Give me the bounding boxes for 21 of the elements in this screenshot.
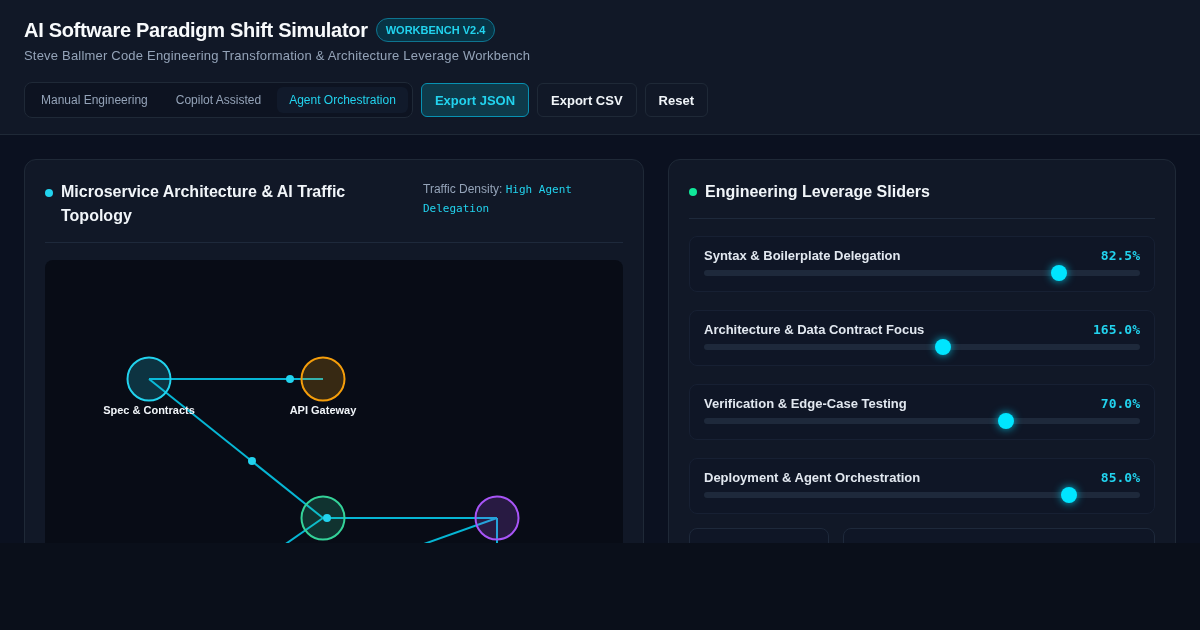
action-button[interactable]: Reset	[644, 83, 708, 117]
app-title: AI Software Paradigm Shift Simulator	[24, 18, 368, 42]
mode-tab[interactable]: Copilot Assisted	[163, 87, 274, 113]
slider-value: 165.0%	[1093, 322, 1140, 337]
action-button[interactable]: Export JSON	[420, 83, 530, 117]
app-subtitle: Steve Ballmer Code Engineering Transformation & Architecture Leverage Workbench	[24, 48, 532, 63]
card-title: Microservice Architecture & AI Traffic Topology	[61, 182, 347, 226]
card-title: Engineering Leverage Sliders	[705, 182, 930, 202]
slider-value: 85.0%	[1100, 470, 1140, 485]
slider-label: Deployment & Agent Orchestration	[704, 470, 921, 485]
version-badge: WORKBENCH V2.4	[375, 18, 496, 42]
slider-value: 70.0%	[1100, 396, 1140, 411]
slider-label: Architecture & Data Contract Focus	[704, 322, 925, 337]
traffic-density: Traffic Density: High Agent Delegation	[423, 181, 573, 217]
mode-tab[interactable]: Agent Orchestration	[277, 87, 408, 113]
action-button[interactable]: Export CSV	[537, 83, 637, 117]
slider-label: Verification & Edge-Case Testing	[704, 396, 907, 411]
mode-tab[interactable]: Manual Engineering	[29, 87, 160, 113]
slider-value: 82.5%	[1100, 248, 1140, 263]
slider-label: Syntax & Boilerplate Delegation	[704, 248, 901, 263]
node-label: API Gateway	[289, 404, 357, 416]
